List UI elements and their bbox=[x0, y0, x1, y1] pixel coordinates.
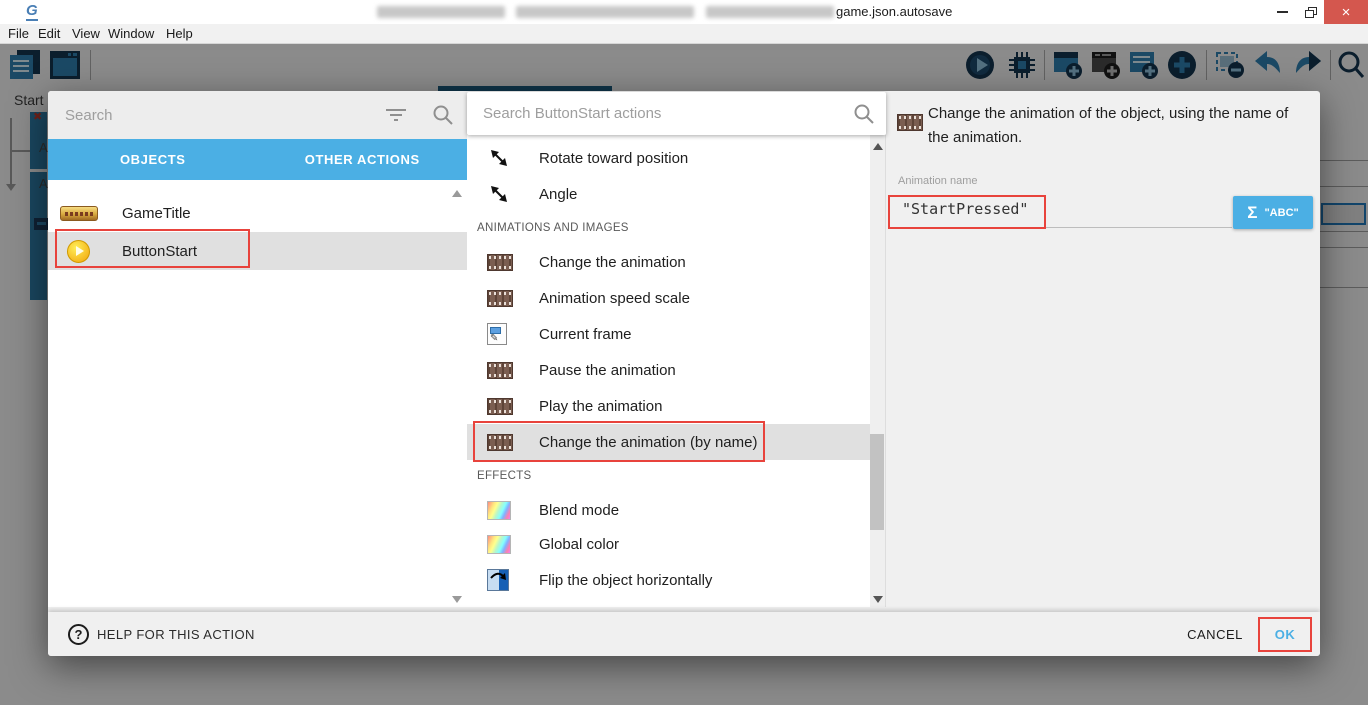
action-row-change-animation-by-name[interactable]: Change the animation (by name) bbox=[467, 424, 870, 460]
global-color-icon bbox=[487, 535, 511, 554]
redacted-title-text bbox=[516, 6, 694, 18]
action-editor-dialog: OBJECTS OTHER ACTIONS GameTitle ButtonSt… bbox=[48, 91, 1320, 656]
window-title: game.json.autosave bbox=[836, 4, 952, 19]
menu-file[interactable]: File bbox=[8, 26, 29, 41]
action-description: Change the animation of the object, usin… bbox=[928, 102, 1306, 150]
current-frame-icon: ✎ bbox=[487, 323, 507, 345]
action-row[interactable]: Change the animation bbox=[467, 244, 870, 280]
actions-list: Rotate toward position Angle ANIMATIONS … bbox=[467, 135, 886, 607]
search-icon[interactable] bbox=[432, 104, 454, 126]
action-row[interactable]: Play the animation bbox=[467, 388, 870, 424]
help-icon: ? bbox=[68, 624, 89, 645]
objects-search-bar bbox=[48, 91, 467, 139]
film-strip-icon bbox=[487, 362, 513, 379]
title-bar: G game.json.autosave × bbox=[0, 0, 1368, 24]
objects-list: GameTitle ButtonStart bbox=[48, 180, 467, 607]
gdevelop-logo-icon: G bbox=[26, 2, 38, 21]
animation-name-field bbox=[898, 191, 1232, 228]
scroll-up-icon[interactable] bbox=[452, 190, 462, 197]
tab-other-actions[interactable]: OTHER ACTIONS bbox=[258, 139, 468, 180]
menu-edit[interactable]: Edit bbox=[38, 26, 60, 41]
menu-view[interactable]: View bbox=[72, 26, 100, 41]
objects-search-input[interactable] bbox=[65, 91, 365, 139]
film-strip-icon bbox=[487, 398, 513, 415]
diagonal-arrow-icon bbox=[487, 146, 511, 170]
filter-icon[interactable] bbox=[384, 105, 408, 125]
section-header-effects: EFFECTS bbox=[477, 470, 532, 482]
cancel-button[interactable]: CANCEL bbox=[1180, 612, 1250, 656]
animation-name-label: Animation name bbox=[898, 175, 978, 187]
action-row[interactable]: Rotate toward position bbox=[467, 140, 870, 176]
action-row[interactable]: Angle bbox=[467, 176, 870, 212]
section-header-animations: ANIMATIONS AND IMAGES bbox=[477, 222, 629, 234]
action-row[interactable]: Flip the object horizontally bbox=[467, 562, 870, 598]
film-strip-icon bbox=[897, 114, 923, 131]
action-row[interactable]: Global color bbox=[467, 526, 870, 562]
blend-mode-icon bbox=[487, 501, 511, 520]
film-strip-icon bbox=[487, 254, 513, 271]
minimize-button[interactable] bbox=[1264, 0, 1300, 24]
ok-button[interactable]: OK bbox=[1264, 612, 1306, 656]
help-button[interactable]: ? HELP FOR THIS ACTION bbox=[68, 612, 255, 656]
menu-help[interactable]: Help bbox=[166, 26, 193, 41]
scroll-down-icon[interactable] bbox=[873, 596, 883, 603]
restore-button[interactable] bbox=[1296, 0, 1326, 24]
flip-horizontal-icon bbox=[487, 569, 509, 591]
scroll-up-icon[interactable] bbox=[873, 143, 883, 150]
close-button[interactable]: × bbox=[1324, 0, 1368, 24]
gametitle-thumbnail-icon bbox=[60, 206, 98, 221]
app-window: G game.json.autosave × File Edit View Wi… bbox=[0, 0, 1368, 705]
sigma-icon: Σ bbox=[1247, 203, 1257, 223]
film-strip-icon bbox=[487, 434, 513, 451]
action-row-partial[interactable] bbox=[467, 598, 870, 607]
restore-icon bbox=[1305, 7, 1317, 18]
action-detail-panel: Change the animation of the object, usin… bbox=[886, 91, 1320, 607]
close-icon: × bbox=[1342, 4, 1351, 21]
tab-objects[interactable]: OBJECTS bbox=[48, 139, 258, 180]
action-row[interactable]: Pause the animation bbox=[467, 352, 870, 388]
menu-bar: File Edit View Window Help bbox=[0, 24, 1368, 44]
object-name: GameTitle bbox=[122, 205, 191, 222]
scrollbar-thumb[interactable] bbox=[870, 434, 884, 530]
action-row[interactable]: Blend mode bbox=[467, 492, 870, 528]
buttonstart-thumbnail-icon bbox=[67, 240, 90, 263]
expression-editor-button[interactable]: Σ "ABC" bbox=[1233, 196, 1313, 229]
action-row[interactable]: ✎ Current frame bbox=[467, 316, 870, 352]
minimize-icon bbox=[1277, 11, 1288, 13]
dialog-footer: ? HELP FOR THIS ACTION CANCEL OK bbox=[48, 612, 1320, 656]
film-strip-icon bbox=[487, 290, 513, 307]
scroll-down-icon[interactable] bbox=[452, 596, 462, 603]
redacted-title-text bbox=[377, 6, 505, 18]
menu-window[interactable]: Window bbox=[108, 26, 154, 41]
search-icon[interactable] bbox=[853, 103, 875, 125]
redacted-title-text bbox=[706, 6, 834, 18]
object-tabs: OBJECTS OTHER ACTIONS bbox=[48, 139, 467, 180]
actions-search-bar bbox=[467, 92, 886, 135]
animation-name-input[interactable] bbox=[902, 191, 1222, 227]
action-row[interactable]: Animation speed scale bbox=[467, 280, 870, 316]
object-row-gametitle[interactable]: GameTitle bbox=[48, 194, 467, 232]
diagonal-arrow-icon bbox=[487, 182, 511, 206]
actions-search-input[interactable] bbox=[483, 92, 813, 135]
scrollbar-track[interactable] bbox=[870, 135, 886, 607]
object-row-buttonstart[interactable]: ButtonStart bbox=[48, 232, 467, 270]
object-name: ButtonStart bbox=[122, 243, 197, 260]
